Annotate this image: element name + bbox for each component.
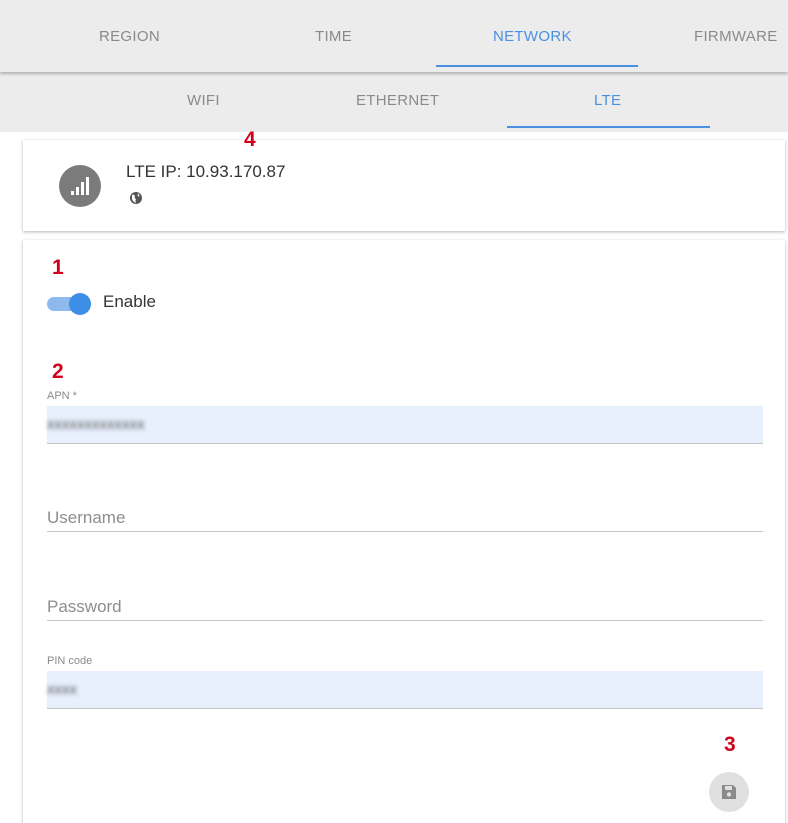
annotation-2: 2 (52, 360, 64, 383)
lte-ip-text: LTE IP: 10.93.170.87 (126, 162, 286, 181)
tab-time[interactable]: TIME (315, 28, 352, 45)
tab-network[interactable]: NETWORK (493, 28, 572, 45)
tab-firmware[interactable]: FIRMWARE (694, 28, 778, 45)
lte-status-card: LTE IP: 10.93.170.87 (23, 140, 785, 231)
password-underline (47, 620, 763, 621)
password-field[interactable]: Password (47, 595, 763, 625)
active-tab-indicator (436, 65, 638, 67)
annotation-3: 3 (724, 733, 736, 756)
enable-toggle[interactable] (47, 293, 91, 315)
apn-value: xxxxxxxxxxxxx (47, 416, 145, 433)
save-button[interactable] (709, 772, 749, 812)
apn-label: APN * (47, 390, 77, 402)
pin-value: xxxx (47, 681, 77, 698)
tab-lte[interactable]: LTE (594, 92, 621, 109)
toggle-knob (69, 293, 91, 315)
annotation-4: 4 (244, 128, 256, 151)
tab-region[interactable]: REGION (99, 28, 160, 45)
signal-bars-icon (59, 165, 101, 207)
password-placeholder: Password (47, 597, 122, 616)
pin-input[interactable]: xxxx (47, 671, 763, 709)
sub-tab-bar: WIFI ETHERNET LTE (0, 72, 788, 132)
enable-label: Enable (103, 292, 156, 311)
top-tab-bar: REGION TIME NETWORK FIRMWARE (0, 0, 788, 72)
pin-field: PIN code xxxx (47, 655, 763, 710)
globe-icon (129, 191, 143, 210)
tab-wifi[interactable]: WIFI (187, 92, 220, 109)
tab-ethernet[interactable]: ETHERNET (356, 92, 439, 109)
floppy-disk-icon (722, 785, 736, 799)
annotation-1: 1 (52, 256, 64, 279)
apn-input[interactable]: xxxxxxxxxxxxx (47, 406, 763, 444)
active-subtab-indicator (507, 126, 710, 128)
username-underline (47, 531, 763, 532)
apn-field: APN * xxxxxxxxxxxxx (47, 390, 763, 445)
lte-settings-form: Enable APN * xxxxxxxxxxxxx Username Pass… (23, 240, 785, 823)
pin-label: PIN code (47, 655, 93, 667)
username-placeholder: Username (47, 508, 126, 527)
username-field[interactable]: Username (47, 506, 763, 536)
